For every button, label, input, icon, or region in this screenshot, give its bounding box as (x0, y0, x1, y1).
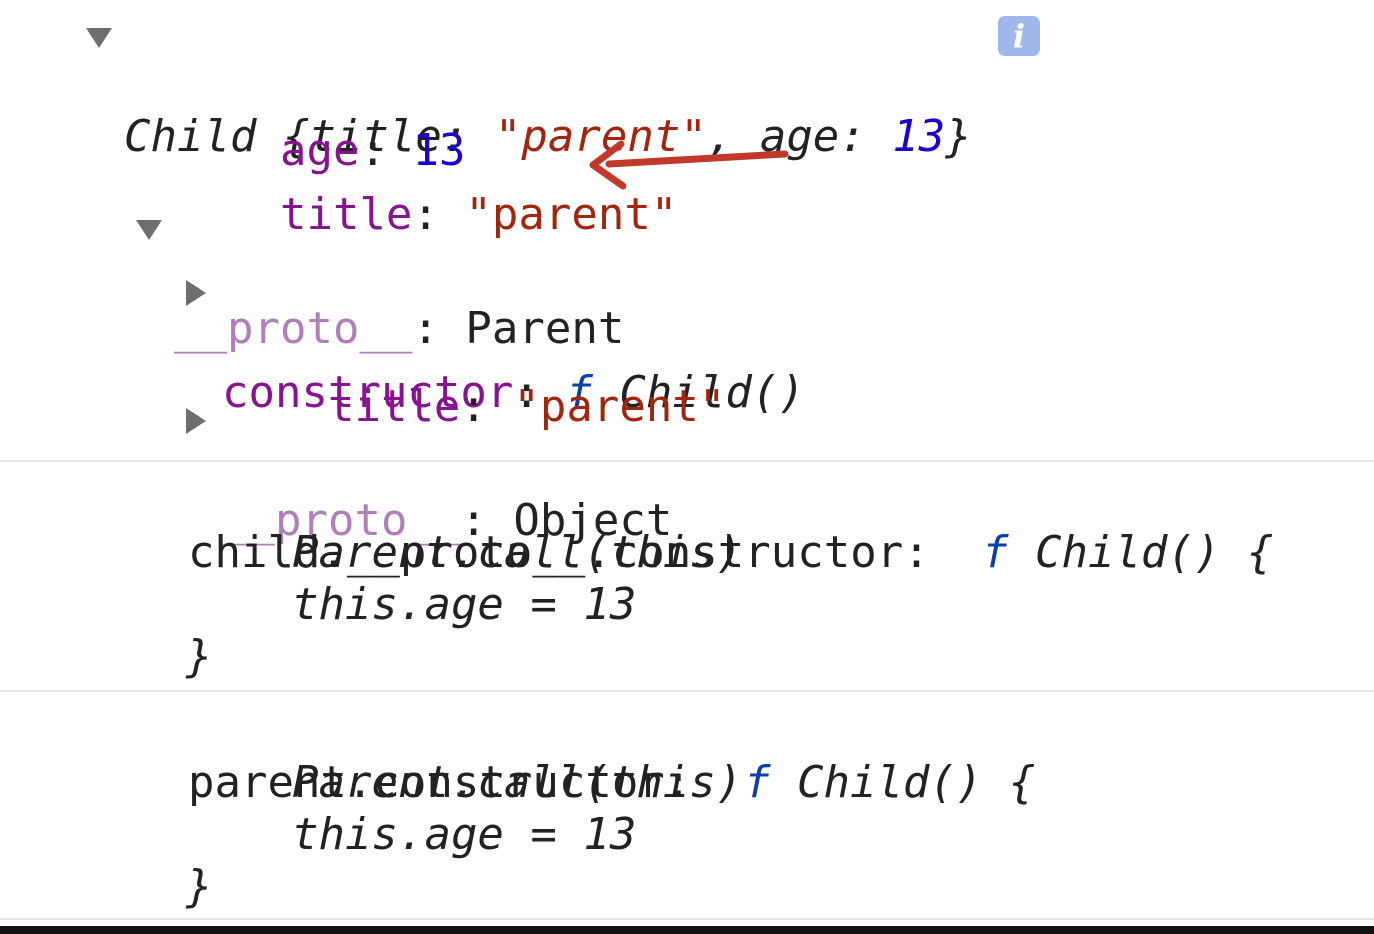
window-bottom-edge (0, 926, 1374, 934)
log2-signature: f Child() { (743, 757, 1036, 808)
property-proto-title: title: "parent" (327, 381, 726, 432)
expand-triangle-icon[interactable] (186, 280, 206, 306)
log1-body-line-2: this.age = 13 (292, 579, 637, 630)
property-constructor[interactable]: constructor: f Child() (184, 268, 805, 418)
log2-body-line-2: this.age = 13 (292, 809, 637, 860)
property-age: age: 13 (279, 125, 466, 176)
info-icon[interactable]: i (998, 16, 1040, 56)
expand-triangle-icon[interactable] (186, 408, 206, 434)
log1-signature: f Child() { (981, 527, 1274, 578)
log1-body-line-1: Parent.call(this) (292, 527, 743, 578)
property-proto-object[interactable]: __proto__: Object (184, 396, 672, 546)
log1-close-brace: } (186, 631, 213, 682)
log2-close-brace: } (186, 861, 213, 912)
property-proto-parent[interactable]: __proto__: Parent (134, 204, 624, 354)
collapse-triangle-icon[interactable] (86, 28, 112, 48)
console-separator (0, 918, 1374, 920)
log2-header: parent.constructor: (187, 757, 692, 808)
tree-root-row[interactable]: Child {title: "parent", age: 13} (84, 12, 972, 162)
annotation-arrow-icon (589, 140, 789, 190)
log2-body-line-1: Parent.call(this) (292, 757, 743, 808)
log1-header: child.__proto__.constructor: (187, 527, 930, 578)
console-separator (0, 460, 1374, 462)
collapse-triangle-icon[interactable] (136, 220, 162, 240)
console-separator (0, 690, 1374, 692)
